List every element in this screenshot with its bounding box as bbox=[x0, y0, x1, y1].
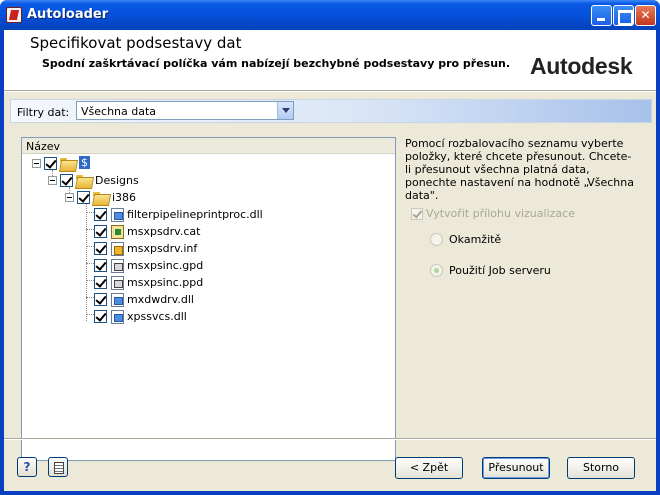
transfer-button[interactable]: Přesunout bbox=[482, 457, 550, 479]
dll-file-icon bbox=[111, 310, 124, 324]
tree-node-root[interactable]: $ bbox=[22, 155, 392, 171]
tree-column-header[interactable]: Název bbox=[22, 138, 395, 154]
app-icon bbox=[6, 7, 22, 23]
filter-selected-value: Všechna data bbox=[81, 105, 157, 118]
file-checkbox[interactable] bbox=[94, 208, 107, 221]
page-subtitle: Spodní zaškrtávací políčka vám nabízejí … bbox=[42, 57, 511, 70]
visualization-checkbox[interactable] bbox=[411, 208, 423, 220]
file-label: msxpsdrv.cat bbox=[127, 225, 201, 238]
visualization-label: Vytvořit přílohu vizualizace bbox=[426, 207, 575, 220]
name-column-label: Název bbox=[26, 140, 61, 153]
i386-checkbox[interactable] bbox=[77, 191, 90, 204]
tree-file-row[interactable]: msxpsdrv.inf bbox=[22, 240, 392, 256]
file-label: msxpsinc.ppd bbox=[127, 276, 204, 289]
file-checkbox[interactable] bbox=[94, 259, 107, 272]
catalog-file-icon bbox=[111, 225, 124, 239]
tree-node-i386[interactable]: i386 bbox=[22, 189, 392, 205]
tree-file-row[interactable]: mxdwdrv.dll bbox=[22, 291, 392, 307]
autodesk-logo: Autodesk bbox=[530, 53, 633, 79]
setup-info-file-icon bbox=[111, 242, 124, 256]
tree-node-designs[interactable]: Designs bbox=[22, 172, 392, 188]
file-checkbox[interactable] bbox=[94, 293, 107, 306]
dialog-client: Specifikovat podsestavy dat Spodní zaškr… bbox=[4, 30, 656, 491]
filter-label: Filtry dat: bbox=[17, 106, 70, 119]
root-checkbox[interactable] bbox=[44, 157, 57, 170]
jobserver-radio[interactable] bbox=[430, 264, 443, 277]
file-label: xpssvcs.dll bbox=[127, 310, 187, 323]
dll-file-icon bbox=[111, 208, 124, 222]
tree-file-row[interactable]: xpssvcs.dll bbox=[22, 308, 392, 324]
collapse-icon[interactable] bbox=[48, 176, 57, 185]
title-bar[interactable]: Autoloader ✕ bbox=[0, 0, 660, 30]
dll-file-icon bbox=[111, 293, 124, 307]
tree-file-row[interactable]: msxpsdrv.cat bbox=[22, 223, 392, 239]
file-label: filterpipelineprintproc.dll bbox=[127, 208, 263, 221]
root-label: $ bbox=[79, 156, 90, 169]
data-tree[interactable]: Název $ Designs i386 filterpipelineprint… bbox=[21, 137, 396, 461]
file-checkbox[interactable] bbox=[94, 310, 107, 323]
tree-file-row[interactable]: msxpsinc.gpd bbox=[22, 257, 392, 273]
designs-label: Designs bbox=[95, 174, 139, 187]
data-filter-dropdown[interactable]: Všechna data bbox=[76, 101, 294, 120]
file-label: mxdwdrv.dll bbox=[127, 293, 194, 306]
printer-file-icon bbox=[111, 259, 124, 273]
folder-open-icon bbox=[60, 158, 77, 170]
log-icon[interactable] bbox=[48, 457, 68, 477]
i386-label: i386 bbox=[112, 191, 137, 204]
chevron-down-icon[interactable] bbox=[277, 102, 293, 119]
jobserver-label: Použití Job serveru bbox=[449, 264, 551, 277]
maximize-button[interactable] bbox=[613, 5, 634, 26]
file-checkbox[interactable] bbox=[94, 225, 107, 238]
file-checkbox[interactable] bbox=[94, 276, 107, 289]
file-label: msxpsdrv.inf bbox=[127, 242, 198, 255]
header-divider bbox=[4, 90, 656, 92]
cancel-button[interactable]: Storno bbox=[567, 457, 635, 479]
window-title: Autoloader bbox=[27, 7, 109, 22]
immediate-label: Okamžitě bbox=[449, 233, 502, 246]
help-button[interactable]: ? bbox=[17, 457, 37, 477]
designs-checkbox[interactable] bbox=[60, 174, 73, 187]
minimize-button[interactable] bbox=[591, 5, 612, 26]
folder-open-icon bbox=[76, 175, 93, 187]
folder-open-icon bbox=[93, 192, 110, 204]
immediate-radio[interactable] bbox=[430, 233, 443, 246]
collapse-icon[interactable] bbox=[65, 193, 74, 202]
collapse-icon[interactable] bbox=[32, 159, 41, 168]
file-checkbox[interactable] bbox=[94, 242, 107, 255]
autoloader-window: Autoloader ✕ Specifikovat podsestavy dat… bbox=[0, 0, 660, 495]
tree-file-row[interactable]: msxpsinc.ppd bbox=[22, 274, 392, 290]
tree-file-row[interactable]: filterpipelineprintproc.dll bbox=[22, 206, 392, 222]
page-title: Specifikovat podsestavy dat bbox=[30, 34, 242, 52]
back-button[interactable]: < Zpět bbox=[395, 457, 463, 479]
instruction-text: Pomocí rozbalovacího seznamu vyberte pol… bbox=[405, 137, 634, 202]
filter-bar: Filtry dat: Všechna data bbox=[10, 99, 652, 123]
file-label: msxpsinc.gpd bbox=[127, 259, 204, 272]
close-button[interactable]: ✕ bbox=[635, 5, 656, 26]
printer-file-icon bbox=[111, 276, 124, 290]
wizard-header: Specifikovat podsestavy dat Spodní zaškr… bbox=[4, 30, 656, 90]
footer-divider bbox=[4, 438, 656, 440]
